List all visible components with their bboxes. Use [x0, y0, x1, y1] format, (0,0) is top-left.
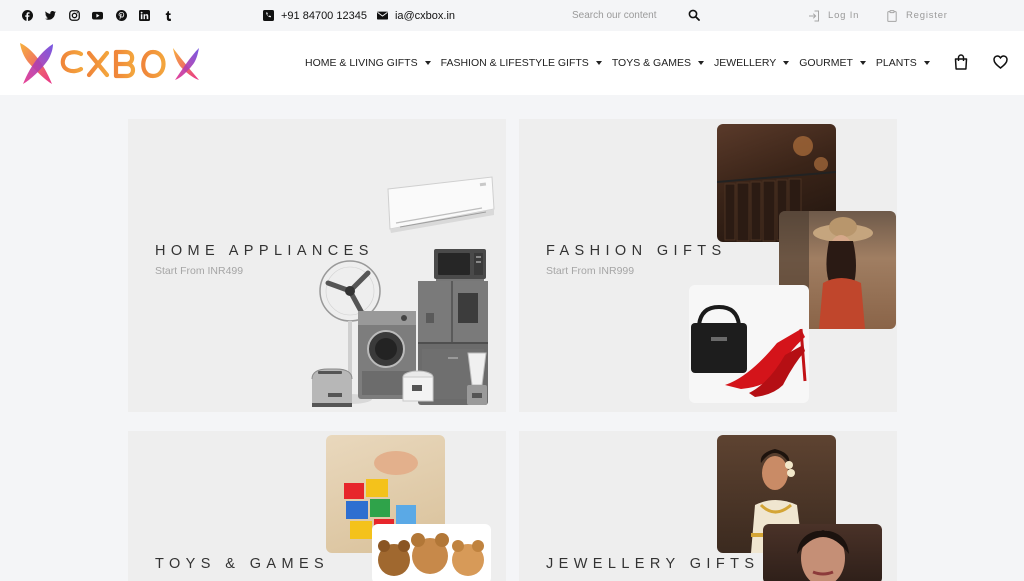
- shopping-bag-icon[interactable]: [954, 54, 968, 70]
- social-links: [16, 0, 181, 31]
- caret-down-icon: [783, 61, 790, 65]
- category-title: JEWELLERY GIFTS: [546, 556, 760, 572]
- linkedin-icon[interactable]: [134, 8, 156, 24]
- phone-contact[interactable]: +91 84700 12345: [263, 10, 367, 22]
- air-conditioner-image: [387, 176, 495, 233]
- nav-home-living-gifts[interactable]: HOME & LIVING GIFTS: [305, 57, 431, 69]
- heart-icon[interactable]: [993, 55, 1008, 69]
- caret-down-icon: [697, 61, 704, 65]
- nav-label: JEWELLERY: [713, 57, 777, 69]
- rice-cooker-image: [402, 370, 434, 402]
- nav-gourmet[interactable]: GOURMET: [799, 57, 866, 69]
- clipboard-icon: [887, 9, 897, 22]
- nav-fashion-lifestyle-gifts[interactable]: FASHION & LIFESTYLE GIFTS: [441, 57, 602, 69]
- login-icon: [809, 10, 819, 21]
- pinterest-icon[interactable]: [110, 8, 132, 24]
- instagram-icon[interactable]: [63, 8, 85, 24]
- nav-label: GOURMET: [799, 57, 853, 69]
- tumblr-icon[interactable]: [158, 8, 180, 24]
- category-card-home-appliances[interactable]: HOME APPLIANCES Start From INR499: [128, 119, 506, 412]
- nav-toys-games[interactable]: TOYS & GAMES: [612, 57, 704, 69]
- envelope-icon: [376, 11, 388, 20]
- phone-number: +91 84700 12345: [281, 9, 367, 22]
- email-address: ia@cxbox.in: [394, 9, 456, 22]
- category-title: TOYS & GAMES: [155, 556, 330, 572]
- main-nav: HOME & LIVING GIFTS FASHION & LIFESTYLE …: [305, 31, 940, 95]
- caret-down-icon: [923, 61, 930, 65]
- nav-label: HOME & LIVING GIFTS: [305, 57, 418, 69]
- twitter-icon[interactable]: [40, 8, 62, 24]
- category-title: FASHION GIFTS: [546, 243, 727, 259]
- contact-info: +91 84700 12345 ia@cxbox.in: [263, 0, 455, 31]
- category-card-fashion-gifts[interactable]: FASHION GIFTS Start From INR999: [519, 119, 897, 412]
- facebook-icon[interactable]: [16, 8, 38, 24]
- nav-jewellery[interactable]: JEWELLERY: [713, 57, 790, 69]
- caret-down-icon: [595, 61, 602, 65]
- register-link[interactable]: Register: [886, 0, 948, 31]
- email-contact[interactable]: ia@cxbox.in: [376, 9, 456, 22]
- teddy-bears-photo: [372, 524, 491, 581]
- handbag-heels-photo: [689, 285, 809, 403]
- search-box: [572, 5, 704, 25]
- nav-label: FASHION & LIFESTYLE GIFTS: [440, 57, 589, 69]
- category-subtitle: Start From INR999: [546, 265, 635, 277]
- category-title: HOME APPLIANCES: [155, 243, 374, 259]
- search-input[interactable]: [572, 9, 682, 21]
- register-label: Register: [906, 10, 948, 21]
- youtube-icon[interactable]: [87, 8, 109, 24]
- caret-down-icon: [859, 61, 866, 65]
- top-bar: +91 84700 12345 ia@cxbox.in Log In Regis…: [0, 0, 1024, 31]
- blender-image: [467, 352, 487, 405]
- login-label: Log In: [828, 10, 860, 21]
- login-link[interactable]: Log In: [808, 0, 859, 31]
- site-header: HOME & LIVING GIFTS FASHION & LIFESTYLE …: [0, 31, 1024, 95]
- phone-icon: [263, 10, 274, 21]
- category-subtitle: Start From INR499: [155, 265, 244, 277]
- toaster-image: [311, 368, 353, 407]
- category-card-toys-games[interactable]: TOYS & GAMES: [128, 431, 506, 581]
- cxbox-logo[interactable]: [17, 40, 202, 88]
- category-card-jewellery-gifts[interactable]: JEWELLERY GIFTS: [519, 431, 897, 581]
- nav-label: PLANTS: [875, 57, 917, 69]
- nav-label: TOYS & GAMES: [611, 57, 691, 69]
- nav-plants[interactable]: PLANTS: [876, 57, 930, 69]
- caret-down-icon: [424, 61, 431, 65]
- earring-model-photo: [763, 524, 882, 581]
- search-icon[interactable]: [688, 9, 700, 21]
